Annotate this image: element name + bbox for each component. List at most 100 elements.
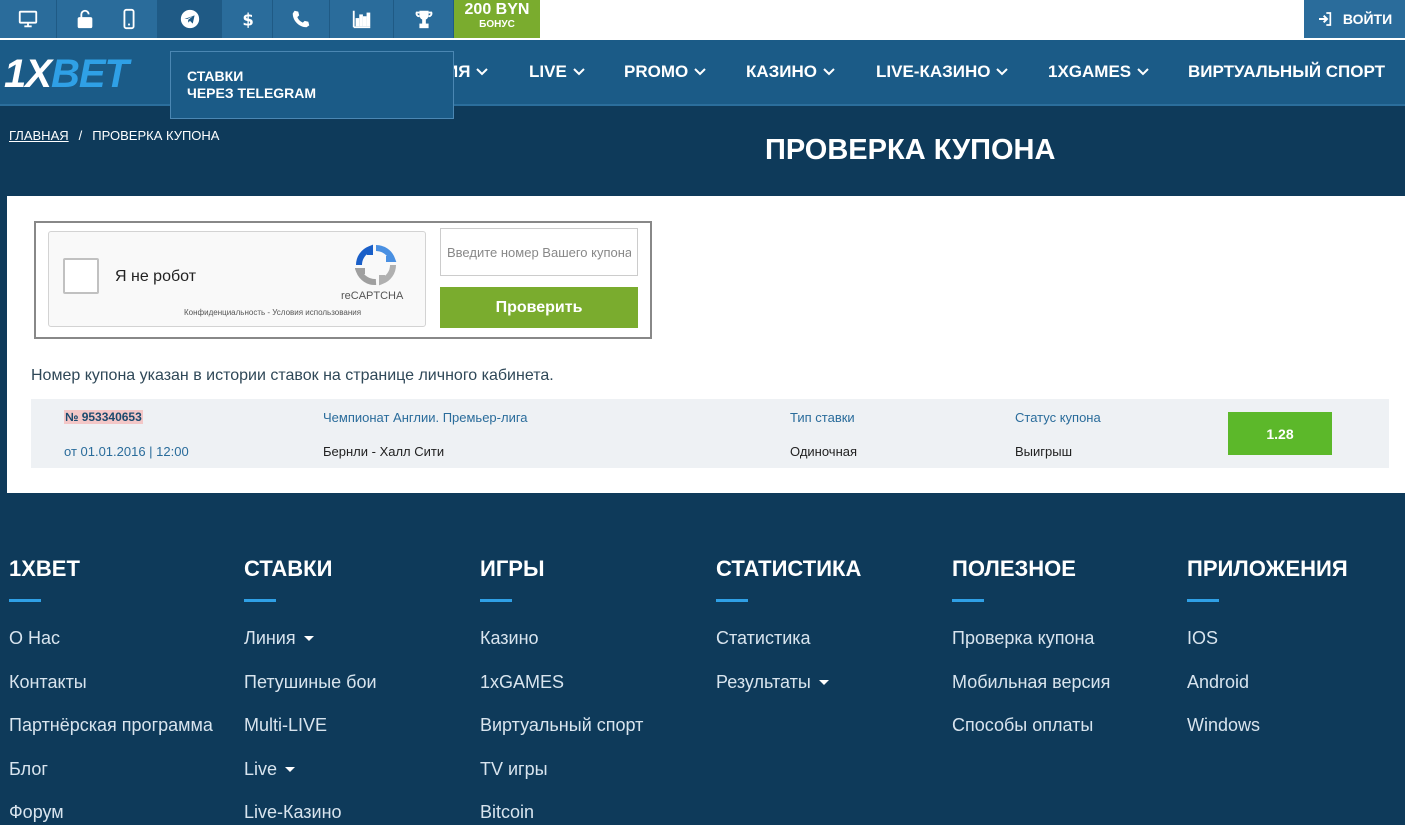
nav-item-label: КАЗИНО <box>746 62 818 81</box>
check-button[interactable]: Проверить <box>440 287 638 328</box>
captcha-label: Я не робот <box>115 268 197 285</box>
footer-link[interactable]: Способы оплаты <box>952 715 1110 759</box>
page-header <box>0 108 1405 184</box>
footer-link[interactable]: Windows <box>1187 715 1348 759</box>
footer-link[interactable]: Контакты <box>9 672 213 716</box>
footer-link-label: 1xGAMES <box>480 671 565 692</box>
footer-link[interactable]: Live <box>244 759 377 803</box>
chevron-down-icon <box>694 68 706 76</box>
footer-link[interactable]: Блог <box>9 759 213 803</box>
footer-col-games: ИГРЫ Казино 1xGAMES Виртуальный спорт TV… <box>480 556 643 825</box>
footer-link-label: Bitcoin <box>480 802 535 822</box>
footer-col-title: ПОЛЕЗНОЕ <box>952 556 1076 581</box>
top-bar: $ 200 BYN БОНУС ВОЙТИ <box>0 0 1405 40</box>
footer-link-label: Проверка купона <box>952 628 1095 648</box>
footer-col-apps: ПРИЛОЖЕНИЯ IOS Android Windows <box>1187 556 1348 759</box>
nav-item-label: ВИРТУАЛЬНЫЙ СПОРТ <box>1188 62 1386 81</box>
footer-link[interactable]: 1xGAMES <box>480 672 643 716</box>
coupon-result-row: № 953340653 от 01.01.2016 | 12:00 Чемпио… <box>31 399 1389 468</box>
footer-link[interactable]: Android <box>1187 672 1348 716</box>
chevron-down-icon <box>1137 68 1149 76</box>
caret-down-icon <box>818 679 829 685</box>
footer-link[interactable]: Форум <box>9 802 213 825</box>
footer-link[interactable]: IOS <box>1187 628 1348 672</box>
match-name: Бернли - Халл Сити <box>323 444 445 459</box>
nav-item-label: 1XGAMES <box>1048 62 1132 81</box>
chart-icon[interactable] <box>330 0 394 38</box>
mobile-icon[interactable] <box>101 0 158 38</box>
phone-icon[interactable] <box>273 0 330 38</box>
footer-link-label: Android <box>1187 671 1250 692</box>
footer-col-1xbet: 1XBET О Нас Контакты Партнёрская програм… <box>9 556 213 825</box>
footer: 1XBET О Нас Контакты Партнёрская програм… <box>0 518 1405 825</box>
footer-link-label: Форум <box>9 802 64 822</box>
breadcrumb-home[interactable]: ГЛАВНАЯ <box>9 128 69 143</box>
breadcrumb-current: ПРОВЕРКА КУПОНА <box>92 128 220 143</box>
footer-underline <box>480 599 512 602</box>
svg-text:$: $ <box>242 10 253 29</box>
footer-col-title: СТАТИСТИКА <box>716 556 862 581</box>
login-icon <box>1318 12 1331 26</box>
bet-type-header: Тип ставки <box>790 410 855 425</box>
footer-link-label: Линия <box>244 628 296 648</box>
logo[interactable]: 1XBET <box>4 52 129 96</box>
footer-link[interactable]: TV игры <box>480 759 643 803</box>
bonus-button[interactable]: 200 BYN БОНУС <box>454 0 540 38</box>
footer-link[interactable]: Линия <box>244 628 377 672</box>
footer-link[interactable]: Казино <box>480 628 643 672</box>
footer-link[interactable]: Bitcoin <box>480 802 643 825</box>
nav-item-live[interactable]: LIVE <box>529 62 585 82</box>
recaptcha-icon <box>355 244 397 286</box>
footer-link[interactable]: Live-Казино <box>244 802 377 825</box>
footer-col-title: СТАВКИ <box>244 556 333 581</box>
bet-type: Одиночная <box>790 444 858 459</box>
coupon-number-input[interactable] <box>440 228 638 276</box>
chevron-down-icon <box>476 68 489 76</box>
recaptcha-brand: reCAPTCHA <box>341 290 404 302</box>
logo-part1: 1X <box>4 52 52 96</box>
footer-link[interactable]: Виртуальный спорт <box>480 715 643 759</box>
captcha-checkbox[interactable] <box>63 258 99 294</box>
footer-underline <box>244 599 276 602</box>
nav-item-label: PROMO <box>624 62 689 81</box>
footer-col-statistics: СТАТИСТИКА Статистика Результаты <box>716 556 861 715</box>
footer-link-label: Контакты <box>9 671 87 692</box>
nav-item-1xgames[interactable]: 1XGAMES <box>1048 62 1149 82</box>
nav-item-casino[interactable]: КАЗИНО <box>746 62 835 82</box>
footer-link-label: Multi-LIVE <box>244 715 328 735</box>
nav-item-live-casino[interactable]: LIVE-КАЗИНО <box>876 62 1009 82</box>
tooltip-line1: СТАВКИ <box>187 68 244 84</box>
footer-link[interactable]: Multi-LIVE <box>244 715 377 759</box>
login-label: ВОЙТИ <box>1342 11 1393 27</box>
dollar-icon[interactable]: $ <box>222 0 273 38</box>
coupon-hint: Номер купона указан в истории ставок на … <box>31 367 554 384</box>
footer-link-label: TV игры <box>480 758 548 779</box>
footer-link-label: О Нас <box>9 628 61 648</box>
trophy-icon[interactable] <box>394 0 454 38</box>
footer-link-label: Результаты <box>716 671 811 692</box>
telegram-icon[interactable] <box>158 0 222 38</box>
coupon-date: от 01.01.2016 | 12:00 <box>64 444 189 459</box>
bonus-amount: 200 BYN <box>464 1 530 18</box>
championship: Чемпионат Англии. Премьер-лига <box>323 410 528 425</box>
nav-item-promo[interactable]: PROMO <box>624 62 706 82</box>
footer-link[interactable]: Партнёрская программа <box>9 715 213 759</box>
footer-link[interactable]: Результаты <box>716 672 861 716</box>
footer-col-title: ИГРЫ <box>480 556 545 581</box>
footer-link[interactable]: Петушиные бои <box>244 672 377 716</box>
footer-link[interactable]: Мобильная версия <box>952 672 1110 716</box>
footer-link[interactable]: О Нас <box>9 628 213 672</box>
footer-link[interactable]: Статистика <box>716 628 861 672</box>
nav-item-virtual-sport[interactable]: ВИРТУАЛЬНЫЙ СПОРТ <box>1188 62 1385 82</box>
breadcrumb-separator: / <box>78 128 83 143</box>
logo-part2: BET <box>50 52 129 96</box>
footer-link-label: Live <box>244 758 278 779</box>
login-button[interactable]: ВОЙТИ <box>1304 0 1405 38</box>
footer-col-title: ПРИЛОЖЕНИЯ <box>1187 556 1348 581</box>
page-title: ПРОВЕРКА КУПОНА <box>765 134 1056 166</box>
desktop-icon[interactable] <box>0 0 57 38</box>
recaptcha-links[interactable]: Конфиденциальность - Условия использован… <box>184 308 361 317</box>
footer-link-label: Виртуальный спорт <box>480 715 644 735</box>
footer-link-label: Мобильная версия <box>952 671 1111 692</box>
footer-link[interactable]: Проверка купона <box>952 628 1110 672</box>
